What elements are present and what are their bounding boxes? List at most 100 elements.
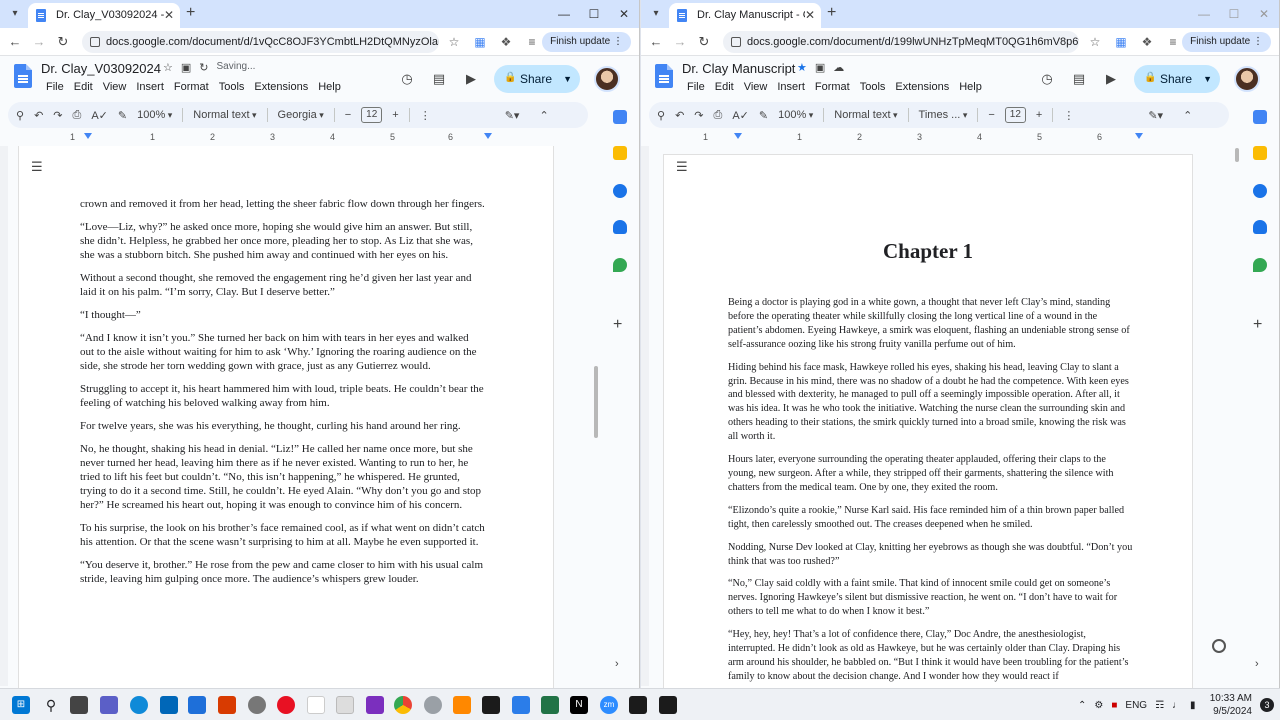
font-size-input[interactable]: 12 xyxy=(361,107,383,123)
app-icon[interactable] xyxy=(366,696,384,714)
contacts-icon[interactable] xyxy=(613,220,627,234)
print-icon[interactable]: ⎙ xyxy=(73,109,82,122)
undo-icon[interactable]: ↶ xyxy=(675,109,684,122)
increase-font-icon[interactable]: + xyxy=(392,109,398,121)
docs-logo-icon[interactable] xyxy=(655,64,673,88)
more-options-icon[interactable]: ⋮ xyxy=(420,109,431,122)
opera-icon[interactable] xyxy=(277,696,295,714)
style-select[interactable]: Normal text xyxy=(193,109,256,121)
cloud-saved-icon[interactable]: ☁ xyxy=(833,61,844,74)
zoom-icon[interactable]: zm xyxy=(600,696,618,714)
calendar-icon[interactable] xyxy=(1253,110,1267,124)
version-history-icon[interactable]: ◷ xyxy=(398,70,416,88)
indent-marker-icon[interactable] xyxy=(84,133,92,139)
notification-badge[interactable]: 3 xyxy=(1260,698,1274,712)
paint-format-icon[interactable]: ✎ xyxy=(759,109,768,122)
scrollbar-thumb[interactable] xyxy=(1235,148,1239,162)
volume-icon[interactable]: ♩ xyxy=(1172,700,1182,711)
menu-file[interactable]: File xyxy=(41,79,69,95)
avatar[interactable] xyxy=(1234,66,1261,92)
extensions-icon[interactable]: ❖ xyxy=(1139,33,1155,51)
calendar-icon[interactable] xyxy=(613,110,627,124)
menu-edit[interactable]: Edit xyxy=(69,79,98,95)
menu-extensions[interactable]: Extensions xyxy=(249,79,313,95)
tab-close-icon[interactable]: ✕ xyxy=(164,3,174,27)
keep-icon[interactable] xyxy=(613,146,627,160)
menu-insert[interactable]: Insert xyxy=(131,79,169,95)
back-icon[interactable]: ← xyxy=(6,33,24,51)
expand-panel-icon[interactable]: › xyxy=(615,658,619,670)
move-folder-icon[interactable]: ▣ xyxy=(181,61,191,74)
url-input[interactable]: docs.google.com/document/d/199lwUNHzTpMe… xyxy=(723,31,1079,53)
tasks-icon[interactable] xyxy=(613,184,627,198)
menu-format[interactable]: Format xyxy=(810,79,855,95)
new-tab-icon[interactable]: + xyxy=(186,4,195,22)
avatar[interactable] xyxy=(594,66,621,92)
file-icon[interactable] xyxy=(307,696,325,714)
excel-icon[interactable] xyxy=(541,696,559,714)
lang-indicator[interactable]: ENG xyxy=(1125,700,1147,711)
finish-update-button[interactable]: Finish update ⋮ xyxy=(542,32,631,52)
reload-icon[interactable]: ↻ xyxy=(695,33,713,51)
minimize-icon[interactable]: — xyxy=(549,0,579,28)
maps-icon[interactable] xyxy=(613,258,627,272)
menu-edit[interactable]: Edit xyxy=(710,79,739,95)
maximize-icon[interactable]: ☐ xyxy=(1219,0,1249,28)
site-info-icon[interactable] xyxy=(731,37,741,47)
meet-icon[interactable]: ▶ xyxy=(1102,70,1120,88)
maps-icon[interactable] xyxy=(1253,258,1267,272)
paint-format-icon[interactable]: ✎ xyxy=(118,109,127,122)
menu-view[interactable]: View xyxy=(98,79,132,95)
font-size-input[interactable]: 12 xyxy=(1004,107,1026,123)
chevron-up-icon[interactable]: ⌃ xyxy=(1078,700,1086,711)
star-icon[interactable]: ☆ xyxy=(163,61,173,74)
add-addon-icon[interactable]: + xyxy=(613,316,622,334)
reading-list-icon[interactable]: ≡ xyxy=(1165,33,1181,51)
app-tray-icon[interactable]: ■ xyxy=(1111,700,1117,711)
meet-icon[interactable]: ▶ xyxy=(462,70,480,88)
translate-icon[interactable]: ▦ xyxy=(472,33,488,51)
decrease-font-icon[interactable]: − xyxy=(988,109,994,121)
search-menus-icon[interactable]: ⚲ xyxy=(16,109,24,122)
keep-icon[interactable] xyxy=(1253,146,1267,160)
bookmark-star-icon[interactable]: ☆ xyxy=(1087,33,1103,51)
document-page[interactable]: ☰ crown and removed it from her head, le… xyxy=(18,146,554,688)
finish-update-button[interactable]: Finish update ⋮ xyxy=(1182,32,1271,52)
app-icon[interactable] xyxy=(424,696,442,714)
tab-close-icon[interactable]: ✕ xyxy=(805,3,815,27)
document-page[interactable]: ☰ Chapter 1 Being a doctor is playing go… xyxy=(663,154,1193,688)
menu-insert[interactable]: Insert xyxy=(772,79,810,95)
forward-icon[interactable]: → xyxy=(671,33,689,51)
docs-logo-icon[interactable] xyxy=(14,64,32,88)
back-icon[interactable]: ← xyxy=(647,33,665,51)
document-outline-icon[interactable]: ☰ xyxy=(676,159,688,175)
spellcheck-icon[interactable]: A✓ xyxy=(91,109,108,122)
search-menus-icon[interactable]: ⚲ xyxy=(657,109,665,122)
usb-icon[interactable]: ⚙ xyxy=(1094,700,1103,711)
share-button[interactable]: 🔒 Share ▼ xyxy=(494,65,581,93)
chrome-icon[interactable] xyxy=(394,696,412,714)
comments-icon[interactable]: ▤ xyxy=(430,70,448,88)
menu-file[interactable]: File xyxy=(682,79,710,95)
menu-help[interactable]: Help xyxy=(954,79,987,95)
menu-extensions[interactable]: Extensions xyxy=(890,79,954,95)
settings-icon[interactable] xyxy=(248,696,266,714)
version-history-icon[interactable]: ◷ xyxy=(1038,70,1056,88)
capcut-icon[interactable] xyxy=(629,696,647,714)
close-window-icon[interactable]: ✕ xyxy=(1249,0,1279,28)
app-icon[interactable] xyxy=(512,696,530,714)
tab-search-icon[interactable]: ▾ xyxy=(647,5,665,23)
url-input[interactable]: docs.google.com/document/d/1vQcC8OJF3YCm… xyxy=(82,31,439,53)
notion-icon[interactable]: N xyxy=(570,696,588,714)
tab-search-icon[interactable]: ▾ xyxy=(6,5,24,23)
clock[interactable]: 10:33 AM 9/5/2024 xyxy=(1210,692,1252,718)
doc-title[interactable]: Dr. Clay_V03092024 xyxy=(41,61,161,76)
document-canvas[interactable]: ☰ crown and removed it from her head, le… xyxy=(10,146,600,688)
document-body[interactable]: crown and removed it from her head, lett… xyxy=(80,197,485,595)
reload-icon[interactable]: ↻ xyxy=(54,33,72,51)
increase-font-icon[interactable]: + xyxy=(1036,109,1042,121)
share-button[interactable]: 🔒 Share ▼ xyxy=(1134,65,1221,93)
style-select[interactable]: Normal text xyxy=(834,109,897,121)
star-icon[interactable]: ★ xyxy=(797,61,807,74)
tasks-icon[interactable] xyxy=(1253,184,1267,198)
